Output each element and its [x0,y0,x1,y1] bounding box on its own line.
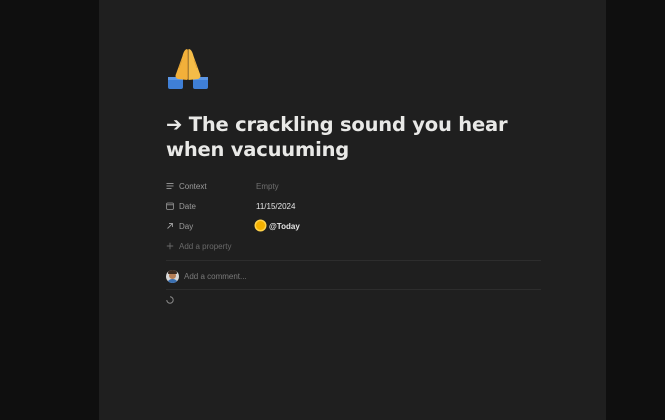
property-value-day[interactable]: @Today [256,221,300,231]
property-label-text: Date [179,201,196,211]
property-row-date[interactable]: Date 11/15/2024 [166,196,541,216]
comment-bar[interactable]: Add a comment... [166,268,541,284]
property-label: Date [166,202,256,211]
property-row-day[interactable]: Day @Today [166,216,541,236]
comment-input[interactable]: Add a comment... [184,272,247,281]
property-value-empty[interactable]: Empty [256,182,279,191]
property-label-text: Context [179,181,207,191]
property-label-text: Day [179,221,194,231]
text-lines-icon [166,183,174,189]
property-label: Context [166,182,256,191]
property-row-context[interactable]: Context Empty [166,176,541,196]
page-title[interactable]: ➔ The crackling sound you hear when vacu… [166,112,541,162]
avatar [166,269,179,283]
page-container: ➔ The crackling sound you hear when vacu… [99,0,606,420]
sun-icon [256,221,265,230]
divider-top [166,260,541,261]
properties-list: Context Empty Date 11/15/2024 Day @Today… [166,176,541,256]
add-property-label: Add a property [166,242,256,251]
plus-icon [166,242,174,250]
add-property-button[interactable]: Add a property [166,236,541,256]
property-value-date[interactable]: 11/15/2024 [256,202,295,211]
calendar-icon [166,202,174,210]
today-mention[interactable]: @Today [269,222,300,231]
folded-hands-icon[interactable] [166,46,210,90]
divider-bottom [166,289,541,290]
arrow-up-right-icon [167,223,173,229]
loading-spinner-icon [166,296,174,304]
property-label: Day [166,222,256,231]
add-property-text: Add a property [179,241,232,251]
